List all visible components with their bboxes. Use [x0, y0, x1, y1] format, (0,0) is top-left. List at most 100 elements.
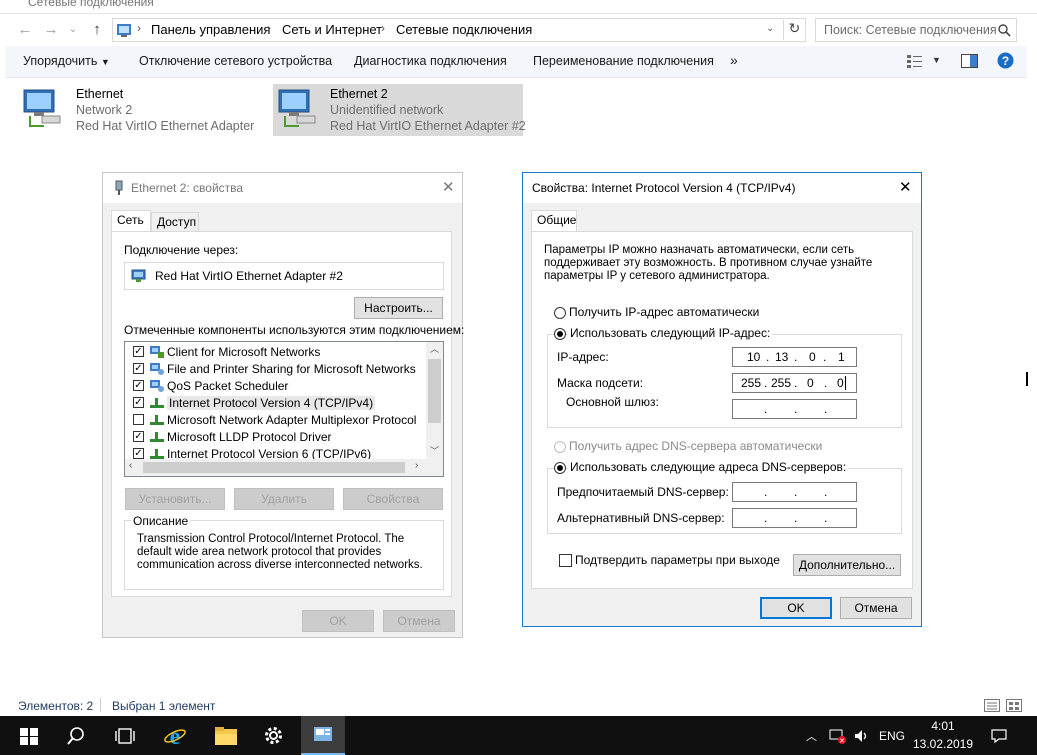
components-list[interactable]: ✓ Client for Microsoft Networks ✓ File and …	[124, 341, 444, 477]
horizontal-scrollbar[interactable]: ‹ ›	[125, 459, 443, 476]
validate-checkbox[interactable]	[559, 554, 572, 567]
up-arrow-icon[interactable]: ↑	[86, 19, 108, 41]
configure-button[interactable]: Настроить...	[354, 297, 443, 319]
settings-gear-icon[interactable]	[263, 725, 284, 746]
component-checkbox[interactable]: ✓	[133, 346, 144, 357]
component-checkbox[interactable]: ✓	[133, 448, 144, 459]
scroll-down-icon[interactable]: ﹀	[430, 444, 439, 457]
vertical-scrollbar[interactable]: ︿ ﹀	[426, 342, 443, 459]
text-cursor	[845, 376, 846, 390]
breadcrumb-network-internet[interactable]: Сеть и Интернет	[282, 22, 382, 37]
dialog-title: Свойства: Internet Protocol Version 4 (T…	[532, 181, 796, 195]
auto-ip-radio[interactable]	[554, 307, 566, 319]
scrollbar-thumb[interactable]	[143, 462, 405, 473]
ok-button[interactable]: OK	[760, 597, 832, 619]
adapter-item-selected[interactable]: Ethernet 2 Unidentified network Red Hat …	[273, 84, 526, 136]
close-icon[interactable]: ✕	[442, 178, 455, 196]
internet-explorer-icon[interactable]: e	[163, 724, 187, 748]
scrollbar-thumb[interactable]	[428, 359, 441, 423]
input-language[interactable]: ENG	[879, 729, 905, 743]
scroll-right-icon[interactable]: ›	[415, 460, 418, 471]
mask-octet: 0	[807, 376, 814, 390]
recent-chevron-icon[interactable]: ⌄	[62, 19, 84, 41]
component-checkbox[interactable]: ✓	[133, 363, 144, 374]
address-row: ← → ⌄ ↑ › Панель управления › Сеть и Инт…	[0, 14, 1037, 46]
install-button[interactable]: Установить...	[125, 488, 225, 510]
network-connections-icon	[314, 727, 332, 741]
component-checkbox[interactable]: ✓	[133, 431, 144, 442]
tray-chevron-icon[interactable]: ︿	[806, 728, 817, 744]
adapter-properties-dialog: Ethernet 2: свойства ✕ Сеть Доступ Подкл…	[102, 172, 464, 638]
tiles-view-icon[interactable]	[1006, 699, 1022, 712]
change-view-icon[interactable]	[907, 54, 923, 68]
start-windows-icon[interactable]	[20, 728, 38, 745]
address-bar[interactable]: › Панель управления › Сеть и Интернет › …	[112, 18, 806, 42]
refresh-icon[interactable]: ↻	[783, 20, 805, 40]
task-view-icon[interactable]	[115, 728, 135, 744]
close-icon[interactable]: ✕	[899, 178, 912, 196]
disable-device-button[interactable]: Отключение сетевого устройства	[139, 54, 332, 68]
component-row[interactable]: ✓ Microsoft LLDP Protocol Driver	[125, 429, 425, 446]
preview-pane-icon[interactable]	[961, 54, 978, 68]
diagnose-button[interactable]: Диагностика подключения	[354, 54, 507, 68]
search-icon[interactable]	[67, 727, 85, 745]
clock[interactable]: 4:01 13.02.2019	[912, 719, 974, 751]
component-checkbox[interactable]: ✓	[133, 397, 144, 408]
tab-network[interactable]: Сеть	[111, 210, 151, 232]
volume-icon[interactable]	[853, 728, 871, 744]
breadcrumb-network-connections[interactable]: Сетевые подключения	[396, 22, 532, 37]
tab-general[interactable]: Общие	[531, 210, 577, 232]
window-title-bar: Сетевые подключения	[0, 0, 1037, 14]
help-icon[interactable]: ?	[997, 52, 1014, 69]
general-tab-panel: Параметры IP можно назначать автоматичес…	[531, 231, 913, 589]
component-row[interactable]: ✓ File and Printer Sharing for Microsoft …	[125, 361, 425, 378]
network-warning-icon[interactable]: ✕	[829, 728, 847, 744]
ethernet-cable-icon	[115, 180, 123, 195]
network-service-icon	[150, 380, 164, 392]
search-input[interactable]: Поиск: Сетевые подключения	[815, 18, 1017, 42]
taskbar-network-connections[interactable]	[301, 716, 345, 755]
preferred-dns-field[interactable]: ...	[732, 482, 857, 502]
search-icon[interactable]	[998, 24, 1011, 37]
scroll-left-icon[interactable]: ‹	[129, 460, 132, 471]
breadcrumb-control-panel[interactable]: Панель управления	[151, 22, 270, 37]
advanced-button[interactable]: Дополнительно...	[793, 554, 901, 576]
view-dropdown-icon[interactable]: ▼	[932, 55, 941, 65]
adapter-device: Red Hat VirtIO Ethernet Adapter	[76, 119, 255, 133]
details-view-icon[interactable]	[984, 699, 1000, 712]
adapter-item[interactable]: Ethernet Network 2 Red Hat VirtIO Ethern…	[20, 84, 254, 136]
alternate-dns-field[interactable]: ...	[732, 508, 857, 528]
auto-dns-radio[interactable]	[554, 441, 566, 453]
component-row[interactable]: ✓ Client for Microsoft Networks	[125, 344, 425, 361]
ok-button[interactable]: OK	[302, 610, 374, 632]
component-row[interactable]: ✓ QoS Packet Scheduler	[125, 378, 425, 395]
manual-ip-radio[interactable]	[554, 328, 566, 340]
component-row[interactable]: ✓ Internet Protocol Version 4 (TCP/IPv4)	[125, 395, 425, 412]
manual-dns-radio[interactable]	[554, 462, 566, 474]
network-adapter-icon	[23, 89, 61, 127]
cancel-button[interactable]: Отмена	[840, 597, 912, 619]
ip-octet: 1	[838, 350, 845, 364]
remove-button[interactable]: Удалить	[234, 488, 334, 510]
component-checkbox[interactable]: ✓	[133, 380, 144, 391]
ip-address-field[interactable]: 10. 13. 0. 1	[732, 347, 857, 367]
component-checkbox[interactable]	[133, 414, 144, 425]
subnet-mask-field[interactable]: 255. 255. 0. 0	[732, 373, 857, 393]
notifications-icon[interactable]	[991, 728, 1007, 744]
back-arrow-icon[interactable]: ←	[14, 19, 36, 41]
file-explorer-icon[interactable]	[214, 726, 238, 746]
cancel-button[interactable]: Отмена	[383, 610, 455, 632]
adapter-name: Ethernet	[76, 87, 124, 101]
breadcrumb-separator-icon: ›	[137, 21, 141, 35]
properties-button[interactable]: Свойства	[343, 488, 443, 510]
tab-sharing[interactable]: Доступ	[151, 212, 199, 232]
component-row[interactable]: Microsoft Network Adapter Multiplexor Pr…	[125, 412, 425, 429]
scroll-up-icon[interactable]: ︿	[430, 342, 439, 355]
gateway-field[interactable]: ...	[732, 399, 857, 419]
rename-button[interactable]: Переименование подключения	[533, 54, 714, 68]
dropdown-chevron-icon[interactable]: ⌄	[766, 23, 774, 34]
more-commands-button[interactable]: »	[730, 52, 738, 68]
forward-arrow-icon[interactable]: →	[40, 19, 62, 41]
organize-button[interactable]: Упорядочить ▼	[23, 54, 110, 68]
adapter-text: Ethernet 2 Unidentified network Red Hat …	[330, 86, 526, 134]
